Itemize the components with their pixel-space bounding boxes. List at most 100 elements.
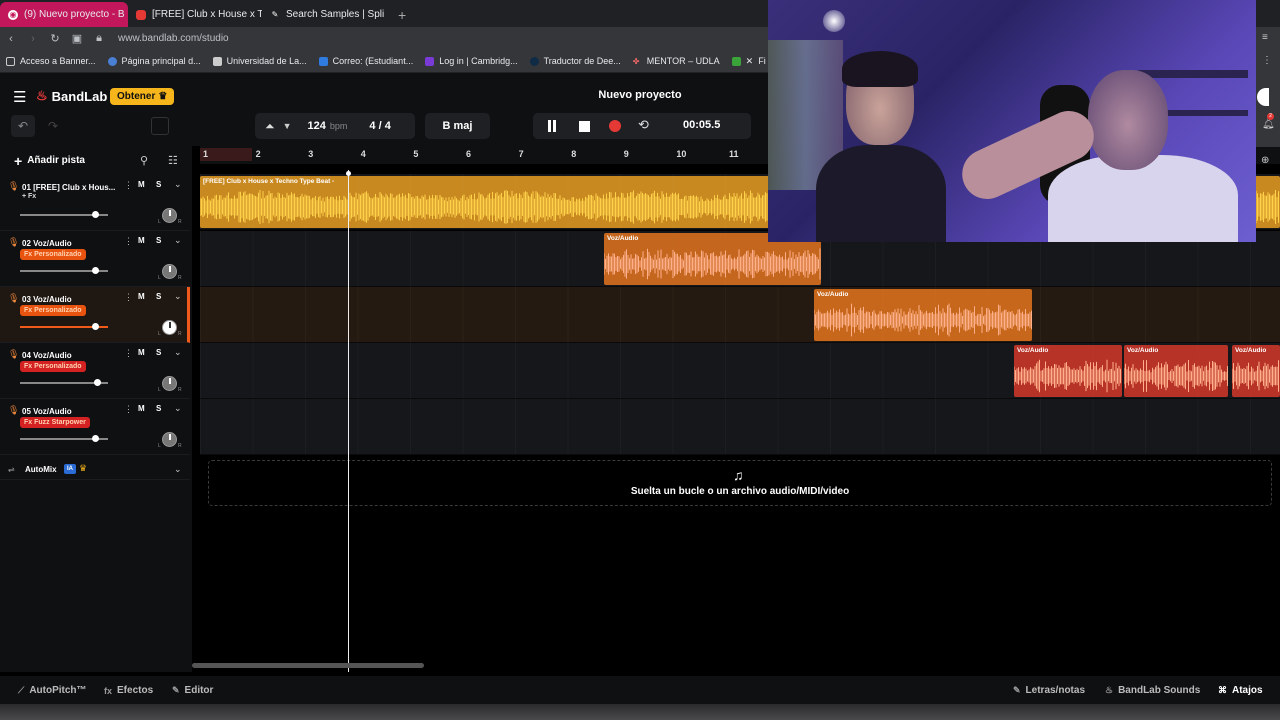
reload-icon[interactable]: ↻ <box>44 32 66 45</box>
more-vert-icon[interactable]: ⋮ <box>1262 55 1272 66</box>
track-header[interactable]: 🎙︎ 03 Voz/Audio ⋮ M S ⌄ Fx Personalizado… <box>0 287 190 343</box>
more-vert-icon[interactable]: ⋮ <box>124 348 133 359</box>
avatar[interactable] <box>1257 88 1269 106</box>
pan-knob[interactable] <box>162 320 177 335</box>
solo-button[interactable]: S <box>156 348 161 357</box>
more-vert-icon[interactable]: ⋮ <box>124 236 133 247</box>
solo-button[interactable]: S <box>156 404 161 413</box>
project-title[interactable]: Nuevo proyecto <box>560 89 720 101</box>
playhead-handle[interactable] <box>346 171 351 176</box>
shortcuts-button[interactable]: ⌘ Atajos <box>1218 685 1263 696</box>
solo-button[interactable]: S <box>156 292 161 301</box>
volume-handle[interactable] <box>91 435 99 442</box>
add-track-button[interactable]: + Añadir pista <box>14 154 85 168</box>
tab-splice[interactable]: ✎ Search Samples | Splice <box>262 2 384 27</box>
pan-knob[interactable] <box>162 208 177 223</box>
bookmark-item[interactable]: Log in | Cambridg... <box>419 56 523 66</box>
chevron-down-icon[interactable]: ⌄ <box>174 291 182 302</box>
stop-button[interactable] <box>579 121 590 132</box>
mute-button[interactable]: M <box>138 404 145 413</box>
bookmark-item[interactable]: Correo: (Estudiant... <box>313 56 420 66</box>
tuning-fork-icon[interactable]: ⚲ <box>140 154 148 167</box>
time-signature[interactable]: 4 / 4 <box>369 120 390 132</box>
track-lane[interactable] <box>200 399 1280 455</box>
pan-knob[interactable] <box>162 264 177 279</box>
volume-handle[interactable] <box>93 379 101 386</box>
new-tab-button[interactable]: + <box>384 2 420 27</box>
fx-preset-badge[interactable]: Fx Personalizado <box>20 249 86 260</box>
bookmark-item[interactable]: Universidad de La... <box>207 56 313 66</box>
mute-button[interactable]: M <box>138 236 145 245</box>
key-selector[interactable]: B maj <box>425 113 490 139</box>
zoom-icon[interactable]: ⊕ <box>1261 155 1269 166</box>
cambridge-icon <box>425 56 435 66</box>
add-fx-button[interactable]: + Fx <box>22 193 36 200</box>
mute-button[interactable]: M <box>138 180 145 189</box>
bookmark-item[interactable]: ✤ MENTOR – UDLA <box>627 56 726 66</box>
playhead[interactable] <box>348 170 349 672</box>
fx-preset-badge[interactable]: Fx Personalizado <box>20 361 86 372</box>
more-vert-icon[interactable]: ⋮ <box>124 404 133 415</box>
more-vert-icon[interactable]: ⋮ <box>124 292 133 303</box>
track-header[interactable]: 🎙︎ 01 [FREE] Club x Hous... ⋮ M S ⌄ + Fx… <box>0 175 190 231</box>
lyrics-button[interactable]: ✎ Letras/notas <box>1013 685 1085 696</box>
fx-preset-badge[interactable]: Fx Personalizado <box>20 305 86 316</box>
chevron-down-icon[interactable]: ⌄ <box>174 464 182 475</box>
audio-clip[interactable]: Voz/Audio <box>814 289 1032 341</box>
solo-button[interactable]: S <box>156 236 161 245</box>
bandlab-sounds-button[interactable]: ♨ BandLab Sounds <box>1105 685 1200 696</box>
undo-button[interactable]: ↶ <box>11 115 35 137</box>
audio-clip[interactable]: Voz/Audio <box>1124 345 1228 397</box>
bookmark-item[interactable]: Acceso a Banner... <box>0 56 102 66</box>
fx-preset-badge[interactable]: Fx Fuzz Starpower <box>20 417 90 428</box>
settings-sliders-icon[interactable]: ☷ <box>168 154 178 167</box>
track-header[interactable]: 🎙︎ 05 Voz/Audio ⋮ M S ⌄ Fx Fuzz Starpowe… <box>0 399 190 455</box>
volume-handle[interactable] <box>91 267 99 274</box>
metronome-icon[interactable]: ⏶ <box>265 119 275 134</box>
back-icon[interactable]: ‹ <box>0 33 22 45</box>
loop-icon[interactable]: ⟲ <box>638 117 649 133</box>
pan-knob[interactable] <box>162 376 177 391</box>
chevron-down-icon[interactable]: ⌄ <box>174 403 182 414</box>
horizontal-scrollbar[interactable] <box>192 663 424 668</box>
more-vert-icon[interactable]: ⋮ <box>124 180 133 191</box>
mute-button[interactable]: M <box>138 348 145 357</box>
pause-button[interactable] <box>547 120 557 132</box>
automix-row[interactable]: ⇌ AutoMix IA ♛ ⌄ <box>0 462 190 480</box>
chevron-down-icon[interactable]: ⌄ <box>174 235 182 246</box>
bandlab-logo[interactable]: ♨ BandLab <box>36 88 107 104</box>
bookmark-item[interactable]: ✕ Fi <box>726 56 772 67</box>
volume-handle[interactable] <box>91 323 99 330</box>
tab-youtube[interactable]: [FREE] Club x House x Te <box>128 2 262 27</box>
get-membership-button[interactable]: Obtener ♛ <box>110 88 175 105</box>
redo-button[interactable]: ↷ <box>41 115 65 137</box>
bookmark-item[interactable]: Página principal d... <box>102 56 207 66</box>
track-header[interactable]: 🎙︎ 04 Voz/Audio ⋮ M S ⌄ Fx Personalizado… <box>0 343 190 399</box>
url-field[interactable]: www.bandlab.com/studio <box>118 33 229 44</box>
pan-knob[interactable] <box>162 432 177 447</box>
solo-button[interactable]: S <box>156 180 161 189</box>
chevron-down-icon[interactable]: ⌄ <box>174 179 182 190</box>
bookmark-item[interactable]: Traductor de Dee... <box>524 56 627 66</box>
track-name[interactable]: 01 [FREE] Club x Hous... <box>22 181 122 194</box>
volume-handle[interactable] <box>91 211 99 218</box>
track-lane[interactable] <box>200 287 1280 343</box>
bell-icon[interactable]: 🔔︎ <box>1262 119 1275 130</box>
more-menu-icon[interactable]: ≡ <box>1262 32 1268 43</box>
mute-button[interactable]: M <box>138 292 145 301</box>
menu-icon[interactable]: ☰ <box>13 88 27 106</box>
audio-clip[interactable]: Voz/Audio <box>1232 345 1280 397</box>
editor-button[interactable]: ✎ Editor <box>172 685 213 696</box>
bpm-value[interactable]: 124 <box>308 120 326 132</box>
save-icon[interactable] <box>151 117 169 135</box>
chevron-down-icon[interactable]: ⌄ <box>174 347 182 358</box>
effects-button[interactable]: fx Efectos <box>104 685 153 696</box>
tab-nuevo-proyecto[interactable]: ◉ (9) Nuevo proyecto - B <box>0 2 128 27</box>
forward-icon[interactable]: › <box>22 33 44 45</box>
record-button[interactable] <box>609 120 621 132</box>
chevron-down-icon[interactable]: ▼ <box>283 121 292 131</box>
site-info-icon[interactable]: ▣ <box>66 32 88 45</box>
audio-clip[interactable]: Voz/Audio <box>1014 345 1122 397</box>
autopitch-button[interactable]: ⟋ AutoPitch™ <box>18 685 87 696</box>
track-header[interactable]: 🎙︎ 02 Voz/Audio ⋮ M S ⌄ Fx Personalizado… <box>0 231 190 287</box>
